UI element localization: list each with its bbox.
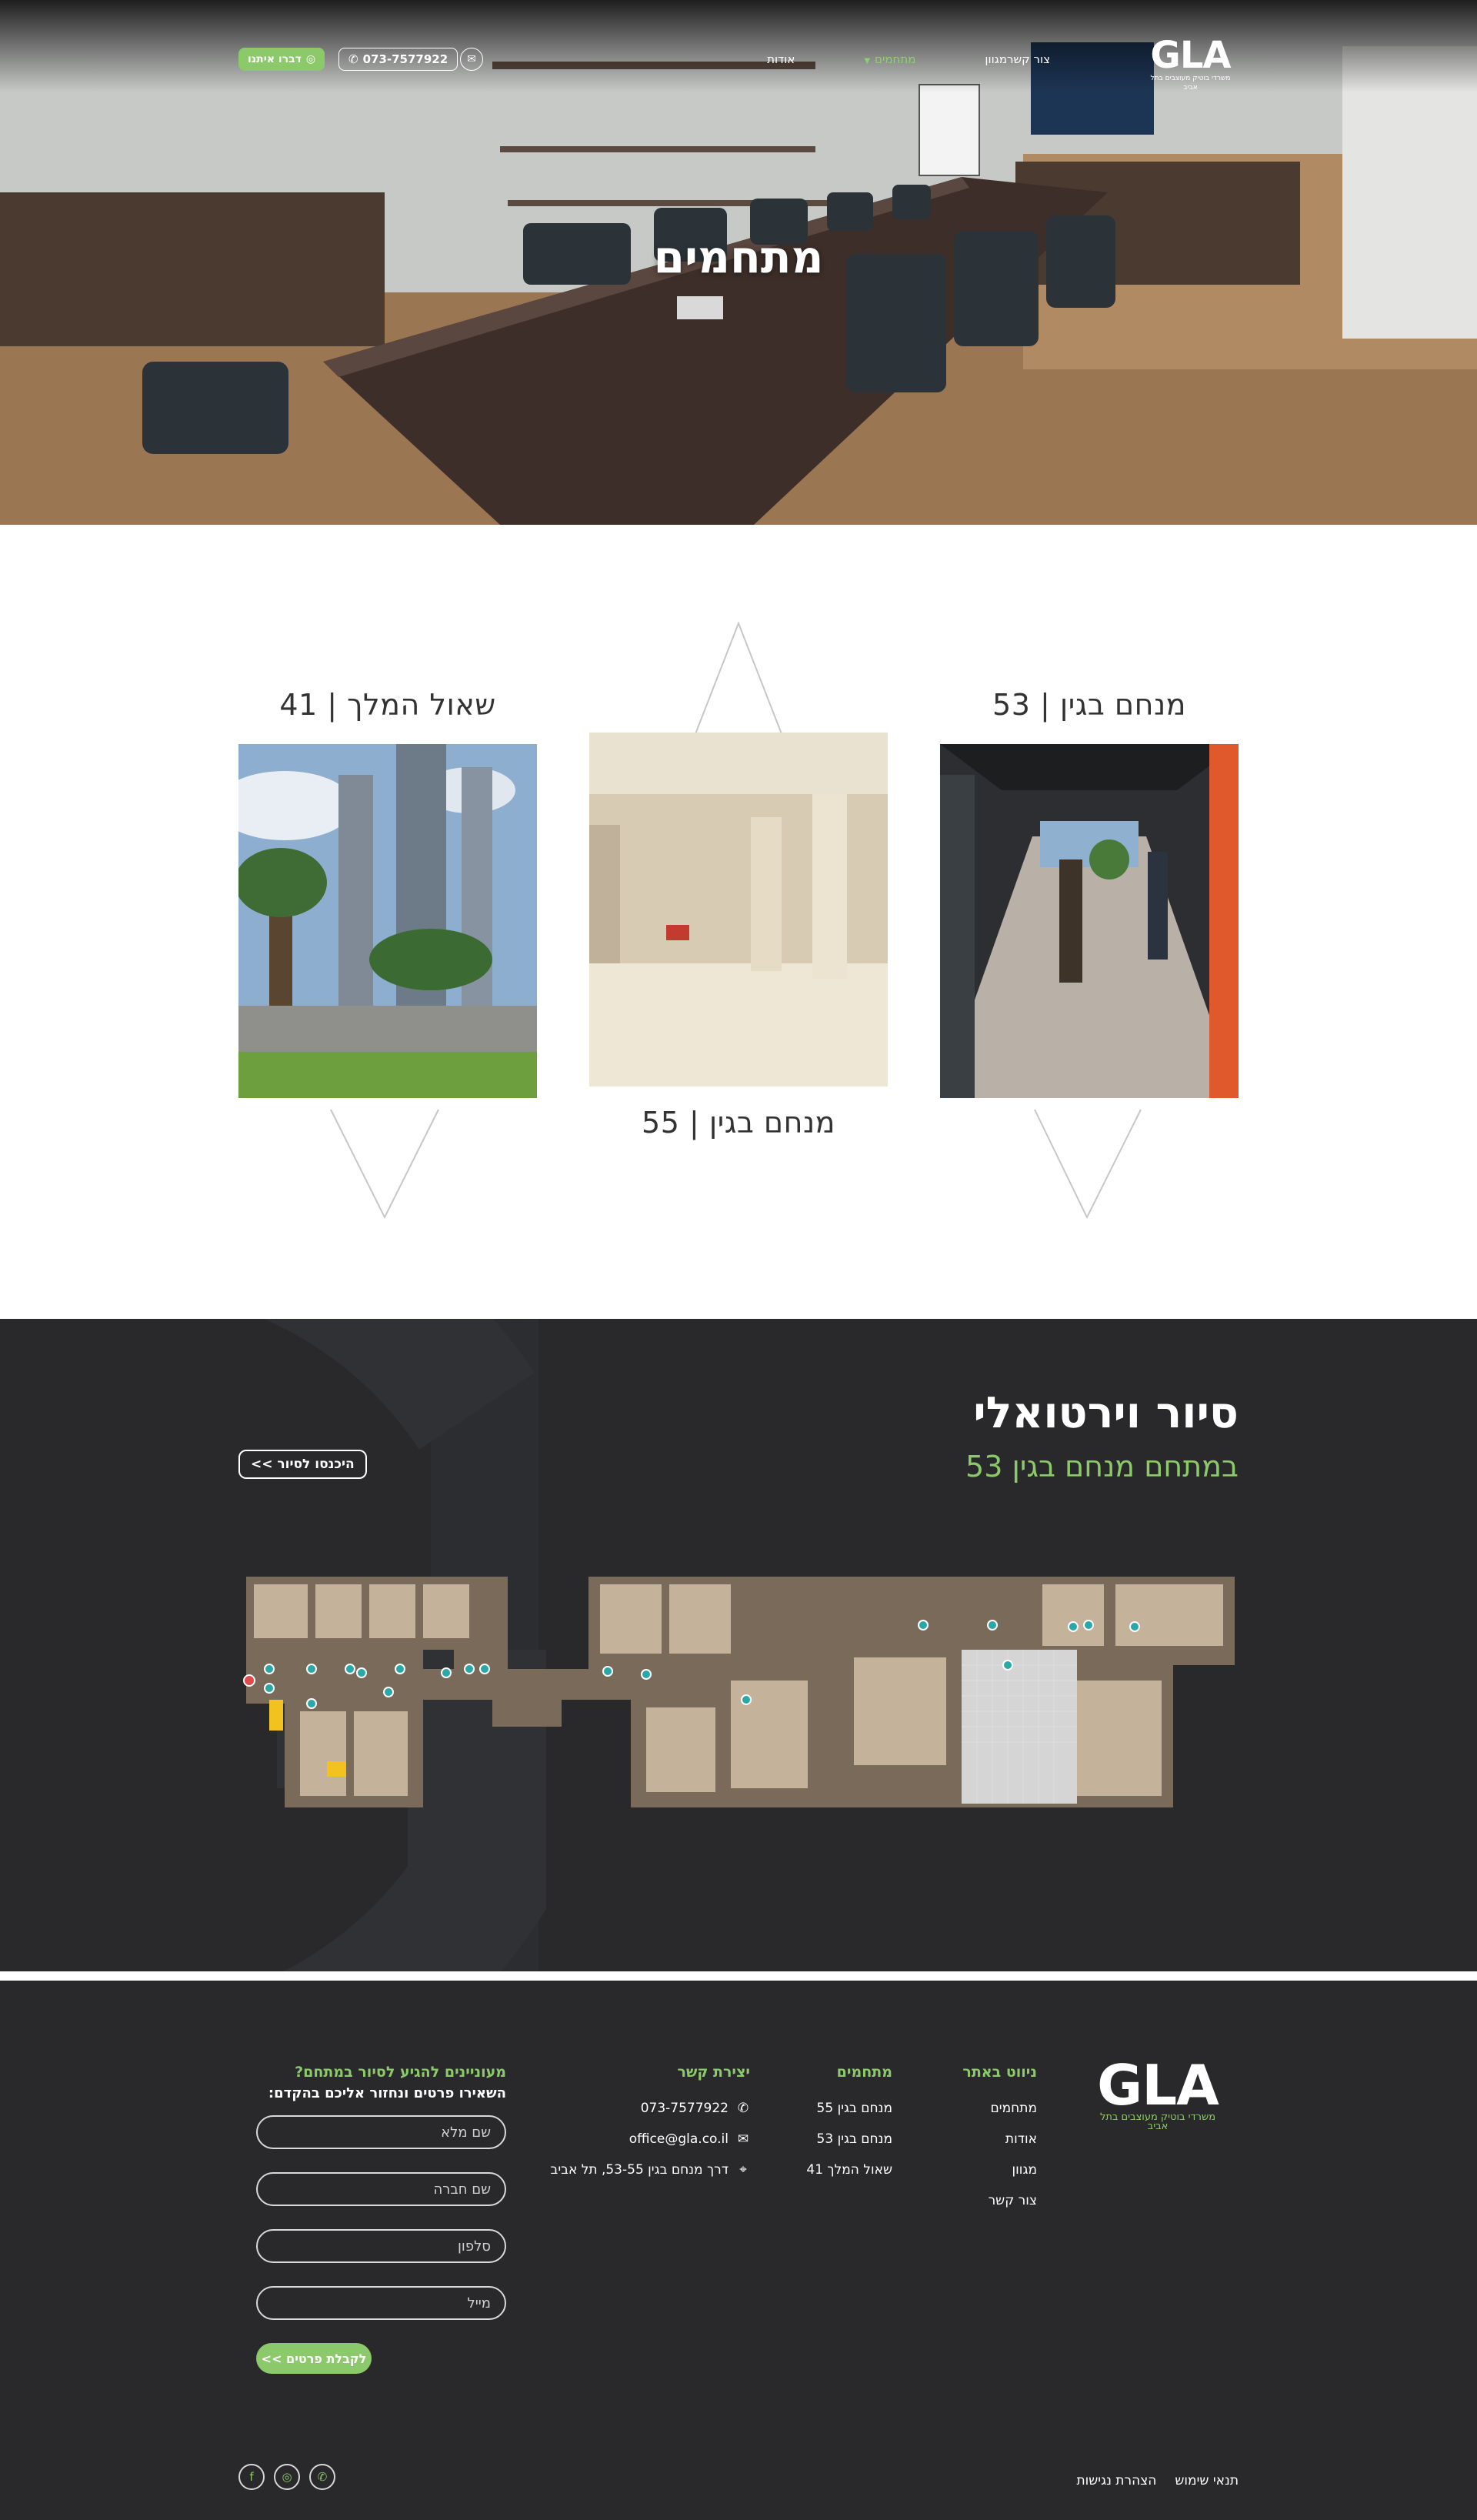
accessibility-statement-link[interactable]: הצהרת נגישות bbox=[1076, 2473, 1156, 2488]
submit-details-button[interactable]: לקבלת פרטים >> bbox=[256, 2343, 372, 2374]
top-navigation: GLA משרדי בוטיק מעוצבים בתל אביב אודות מ… bbox=[238, 37, 1239, 92]
corridor-photo bbox=[940, 744, 1239, 1098]
footer-compounds-column: מתחמים מנחם בגין 55 מנחם בגין 53 שאול המ… bbox=[806, 2064, 892, 2193]
footer-address: ⌖ דרך מנחם בגין 53-55, תל אביב bbox=[550, 2162, 750, 2178]
footer-address-text: דרך מנחם בגין 53-55, תל אביב bbox=[550, 2162, 728, 2178]
instagram-icon[interactable]: ◎ bbox=[274, 2464, 300, 2490]
nav-item-variety[interactable]: מגוון bbox=[985, 52, 1007, 66]
company-name-field[interactable] bbox=[256, 2172, 506, 2206]
envelope-icon: ✉ bbox=[467, 53, 476, 65]
phone-icon: ✆ bbox=[737, 2101, 749, 2116]
footer-logo[interactable]: GLA משרדי בוטיק מעוצבים בתל אביב bbox=[1092, 2058, 1223, 2131]
footer-email-text: office@gla.co.il bbox=[628, 2131, 728, 2147]
logo-wordmark: GLA bbox=[1150, 34, 1231, 77]
enter-tour-button[interactable]: היכנסו לסיור >> bbox=[238, 1450, 367, 1479]
footer-nav-column: ניווט באתר מתחמים אודות מגוון צור קשר bbox=[962, 2064, 1037, 2224]
whatsapp-icon: ◎ bbox=[305, 53, 316, 65]
footer-compound-link[interactable]: שאול המלך 41 bbox=[806, 2162, 892, 2178]
site-logo[interactable]: GLA משרדי בוטיק מעוצבים בתל אביב bbox=[1142, 34, 1239, 92]
tour-request-form: מעוניינים להגיע לסיור במתחם? השאירו פרטי… bbox=[241, 2064, 506, 2374]
footer-logo-wordmark: GLA bbox=[1097, 2053, 1219, 2118]
form-title: מעוניינים להגיע לסיור במתחם? bbox=[295, 2064, 506, 2081]
whatsapp-icon[interactable]: ✆ bbox=[309, 2464, 335, 2490]
phone-button[interactable]: ✆ 073-7577922 bbox=[338, 48, 458, 71]
footer-contact-title: יצירת קשר bbox=[677, 2064, 750, 2081]
footer-nav-link[interactable]: צור קשר bbox=[962, 2193, 1037, 2208]
footer-nav-link[interactable]: מגוון bbox=[962, 2162, 1037, 2178]
terms-of-use-link[interactable]: תנאי שימוש bbox=[1175, 2473, 1239, 2488]
tour-title: סיור וירטואלי bbox=[973, 1388, 1239, 1438]
nav-item-compounds[interactable]: מתחמים ▼ bbox=[864, 52, 915, 66]
street-towers-photo bbox=[238, 744, 537, 1098]
nav-item-about[interactable]: אודות bbox=[767, 52, 795, 66]
logo-tagline: משרדי בוטיק מעוצבים בתל אביב bbox=[1150, 75, 1231, 92]
compound-label: מנחם בגין | 55 bbox=[642, 1106, 835, 1140]
virtual-tour-section: סיור וירטואלי במתחם מנחם בגין 53 היכנסו … bbox=[0, 1319, 1477, 1971]
compounds-section: מנחם בגין | 53 מנחם בגין | 55 שאול המלך … bbox=[0, 525, 1477, 1319]
site-footer: GLA משרדי בוטיק מעוצבים בתל אביב ניווט ב… bbox=[0, 1981, 1477, 2520]
facebook-icon[interactable]: f bbox=[238, 2464, 265, 2490]
footer-phone[interactable]: ✆ 073-7577922 bbox=[550, 2101, 750, 2116]
nav-item-contact[interactable]: צור קשר bbox=[1007, 52, 1050, 66]
footer-compound-link[interactable]: מנחם בגין 53 bbox=[806, 2131, 892, 2147]
footer-nav-title: ניווט באתר bbox=[962, 2064, 1037, 2081]
phone-number: 073-7577922 bbox=[362, 52, 448, 66]
footer-compound-link[interactable]: מנחם בגין 55 bbox=[806, 2101, 892, 2116]
legal-links: תנאי שימוש הצהרת נגישות bbox=[1076, 2473, 1239, 2488]
hero-banner: GLA משרדי בוטיק מעוצבים בתל אביב אודות מ… bbox=[0, 0, 1477, 525]
main-menu: אודות מתחמים ▼ מגוון צור קשר bbox=[690, 52, 1050, 66]
footer-phone-text: 073-7577922 bbox=[640, 2101, 728, 2116]
page-title: מתחמים bbox=[653, 231, 824, 283]
footer-logo-tagline: משרדי בוטיק מעוצבים בתל אביב bbox=[1099, 2111, 1216, 2132]
email-button[interactable]: ✉ bbox=[460, 48, 483, 71]
social-links: f ◎ ✆ bbox=[238, 2464, 335, 2490]
compound-label: מנחם בגין | 53 bbox=[992, 688, 1186, 722]
section-divider bbox=[0, 1971, 1477, 1981]
footer-contact-column: יצירת קשר ✆ 073-7577922 ✉ office@gla.co.il… bbox=[550, 2064, 750, 2193]
whatsapp-label: דברו איתנו bbox=[248, 53, 302, 65]
footer-nav-link[interactable]: אודות bbox=[962, 2131, 1037, 2147]
phone-icon: ✆ bbox=[348, 52, 358, 66]
floorplan-3d-map[interactable] bbox=[238, 1565, 1239, 1827]
footer-compounds-title: מתחמים bbox=[836, 2064, 892, 2081]
full-name-field[interactable] bbox=[256, 2115, 506, 2149]
footer-nav-link[interactable]: מתחמים bbox=[962, 2101, 1037, 2116]
tour-subtitle: במתחם מנחם בגין 53 bbox=[965, 1450, 1239, 1484]
nav-item-compounds-label: מתחמים bbox=[875, 52, 916, 66]
map-pin-icon: ⌖ bbox=[739, 2162, 747, 2178]
phone-field[interactable] bbox=[256, 2229, 506, 2263]
compound-label: שאול המלך | 41 bbox=[279, 688, 496, 722]
form-subtitle: השאירו פרטים ונחזור אליכם בהקדם: bbox=[268, 2085, 506, 2101]
footer-email[interactable]: ✉ office@gla.co.il bbox=[550, 2131, 750, 2147]
chevron-down-icon: ▼ bbox=[864, 57, 871, 65]
email-field[interactable] bbox=[256, 2286, 506, 2320]
whatsapp-button[interactable]: ◎ דברו איתנו bbox=[238, 48, 325, 71]
lobby-photo bbox=[589, 733, 888, 1086]
envelope-icon: ✉ bbox=[737, 2131, 749, 2147]
